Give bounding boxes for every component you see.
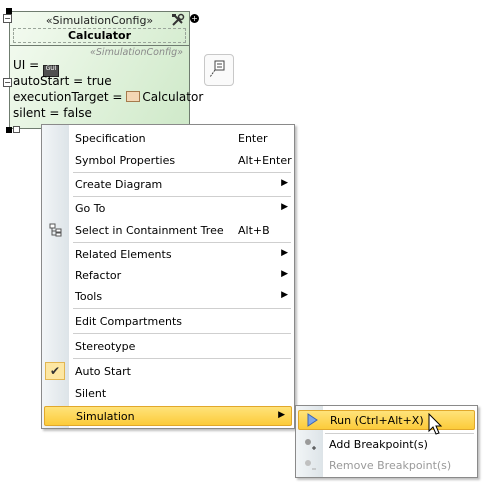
- menu-item-label: Go To: [75, 202, 106, 215]
- collapse-top-icon[interactable]: −: [3, 14, 12, 23]
- node-separator: [10, 45, 189, 46]
- class-icon: [126, 91, 141, 102]
- menu-item-label: Refactor: [75, 269, 122, 282]
- plus-icon[interactable]: +: [190, 14, 199, 23]
- submenu-item-run[interactable]: Run (Ctrl+Alt+X): [298, 410, 475, 430]
- submenu-item-remove-breakpoint[interactable]: Remove Breakpoint(s): [298, 456, 475, 476]
- menu-item-simulation[interactable]: Simulation ▶: [44, 406, 292, 426]
- menu-item-accelerator: Enter: [238, 132, 268, 145]
- menu-item-auto-start[interactable]: ✔ Auto Start: [42, 361, 294, 381]
- menu-item-edit-compartments[interactable]: Edit Compartments: [42, 311, 294, 331]
- menu-item-label: Select in Containment Tree: [75, 224, 224, 237]
- menu-item-label: Tools: [75, 290, 103, 303]
- menu-separator: [73, 358, 291, 359]
- menu-separator: [73, 196, 291, 197]
- submenu-arrow-icon: ▶: [281, 202, 288, 212]
- compartment-toggle-icon[interactable]: [13, 126, 20, 133]
- menu-item-label: Create Diagram: [75, 178, 163, 191]
- menu-item-specification[interactable]: Specification Enter: [42, 128, 294, 148]
- prop-execution-target-label: executionTarget =: [13, 90, 123, 104]
- collapse-left-icon[interactable]: −: [3, 78, 12, 87]
- menu-item-label: Related Elements: [75, 248, 172, 261]
- containment-tree-icon: [48, 223, 64, 237]
- menu-item-tools[interactable]: Tools ▶: [42, 286, 294, 306]
- simulation-config-node[interactable]: «SimulationConfig» Calculator «Simulatio…: [9, 11, 203, 129]
- menu-item-accelerator: Alt+Enter: [238, 154, 292, 167]
- resize-handle-top-left[interactable]: [6, 8, 12, 14]
- menu-item-label: Specification: [75, 132, 146, 145]
- node-name[interactable]: Calculator: [13, 28, 186, 43]
- prop-ui-label: UI =: [13, 58, 40, 72]
- submenu-arrow-icon: ▶: [281, 248, 288, 258]
- menu-separator: [73, 308, 291, 309]
- menu-item-label: Simulation: [76, 410, 135, 423]
- menu-item-stereotype[interactable]: Stereotype: [42, 336, 294, 356]
- remove-breakpoint-icon: [303, 458, 319, 472]
- menu-separator: [73, 242, 291, 243]
- submenu-arrow-icon: ▶: [281, 178, 288, 188]
- prop-auto-start[interactable]: autoStart = true: [13, 74, 112, 88]
- menu-item-accelerator: Alt+B: [238, 224, 270, 237]
- note-icon: [209, 60, 225, 78]
- run-icon: [304, 413, 320, 427]
- menu-item-refactor[interactable]: Refactor ▶: [42, 265, 294, 285]
- menu-separator: [325, 433, 474, 434]
- submenu-arrow-icon: ▶: [278, 410, 285, 420]
- menu-item-label: Stereotype: [75, 340, 136, 353]
- menu-item-label: Edit Compartments: [75, 315, 182, 328]
- add-breakpoint-icon: [303, 437, 319, 451]
- resize-handle-bottom-left[interactable]: [6, 127, 12, 133]
- node-stereotype-header: «SimulationConfig»: [45, 14, 154, 27]
- context-menu: Specification Enter Symbol Properties Al…: [41, 124, 295, 429]
- menu-item-go-to[interactable]: Go To ▶: [42, 198, 294, 218]
- menu-item-label: Silent: [75, 387, 107, 400]
- prop-execution-target-value: Calculator: [142, 90, 204, 104]
- menu-item-related-elements[interactable]: Related Elements ▶: [42, 244, 294, 264]
- prop-silent[interactable]: silent = false: [13, 106, 92, 120]
- menu-item-label: Auto Start: [75, 365, 131, 378]
- mouse-cursor-icon: [428, 413, 443, 435]
- check-icon: ✔: [45, 362, 65, 380]
- add-note-button[interactable]: [204, 54, 234, 86]
- submenu-arrow-icon: ▶: [281, 269, 288, 279]
- submenu-arrow-icon: ▶: [281, 290, 288, 300]
- prop-execution-target[interactable]: executionTarget = Calculator: [13, 90, 203, 104]
- simulation-submenu: Run (Ctrl+Alt+X) Add Breakpoint(s) Remov…: [295, 405, 478, 478]
- menu-item-label: Symbol Properties: [75, 154, 176, 167]
- menu-separator: [73, 172, 291, 173]
- menu-item-silent[interactable]: Silent: [42, 383, 294, 403]
- tools-icon[interactable]: [171, 13, 186, 27]
- submenu-item-add-breakpoint[interactable]: Add Breakpoint(s): [298, 435, 475, 455]
- submenu-item-label: Run (Ctrl+Alt+X): [330, 414, 424, 427]
- node-stereotype-inner: «SimulationConfig»: [90, 47, 183, 58]
- submenu-item-label: Add Breakpoint(s): [329, 438, 428, 451]
- menu-item-select-in-containment-tree[interactable]: Select in Containment Tree Alt+B: [42, 220, 294, 240]
- menu-item-symbol-properties[interactable]: Symbol Properties Alt+Enter: [42, 150, 294, 170]
- submenu-item-label: Remove Breakpoint(s): [329, 459, 452, 472]
- menu-separator: [73, 333, 291, 334]
- menu-item-create-diagram[interactable]: Create Diagram ▶: [42, 174, 294, 194]
